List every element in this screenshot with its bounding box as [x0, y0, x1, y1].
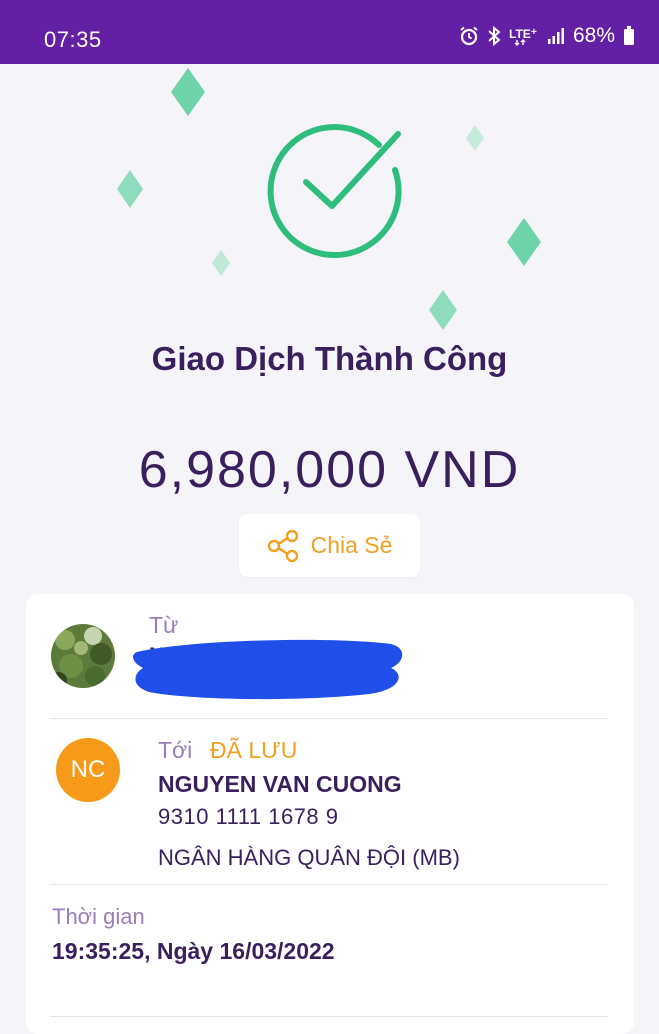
- svg-text:+: +: [531, 27, 537, 38]
- share-icon: [267, 529, 298, 562]
- transaction-details-card: Từ NGU NC Tới ĐÃ LƯU NGUYEN VAN CUONG 93…: [26, 594, 634, 1034]
- recipient-account: 9310 1111 1678 9: [158, 804, 339, 829]
- divider: [50, 884, 608, 885]
- divider: [50, 1016, 608, 1017]
- recipient-avatar: NC: [56, 738, 120, 802]
- result-title: Giao Dịch Thành Công: [151, 340, 508, 377]
- lte-icon: LTE +: [509, 27, 537, 46]
- battery-icon: [624, 26, 634, 45]
- share-button[interactable]: Chia Sẻ: [239, 514, 420, 577]
- recipient-name: NGUYEN VAN CUONG: [158, 771, 402, 797]
- status-bar: 07:35 LTE + 68%: [0, 0, 659, 64]
- signal-icon: [547, 28, 564, 44]
- sparkle-icon: [466, 125, 484, 151]
- sparkle-icon: [507, 218, 541, 266]
- success-check-icon: [267, 124, 402, 259]
- saved-badge: ĐÃ LƯU: [210, 737, 298, 763]
- divider: [50, 718, 608, 719]
- sparkle-icon: [212, 250, 230, 276]
- share-label: Chia Sẻ: [310, 532, 393, 558]
- status-icons: LTE + 68%: [459, 24, 635, 48]
- recipient-bank: NGÂN HÀNG QUÂN ĐỘI (MB): [158, 845, 460, 870]
- svg-text:LTE: LTE: [509, 27, 531, 41]
- status-time: 07:35: [44, 27, 102, 52]
- battery-percent: 68%: [572, 24, 615, 47]
- alarm-icon: [460, 26, 478, 46]
- bluetooth-icon: [488, 26, 501, 46]
- sparkle-icon: [171, 68, 205, 116]
- to-label: Tới: [158, 737, 193, 763]
- sparkle-icon: [117, 170, 143, 208]
- transfer-amount: 6,980,000 VND: [138, 441, 521, 499]
- transaction-time: 19:35:25, Ngày 16/03/2022: [52, 938, 335, 964]
- time-label: Thời gian: [52, 904, 145, 929]
- sparkle-icon: [429, 290, 457, 330]
- sender-avatar: [51, 624, 115, 688]
- redaction-mark: [133, 639, 403, 700]
